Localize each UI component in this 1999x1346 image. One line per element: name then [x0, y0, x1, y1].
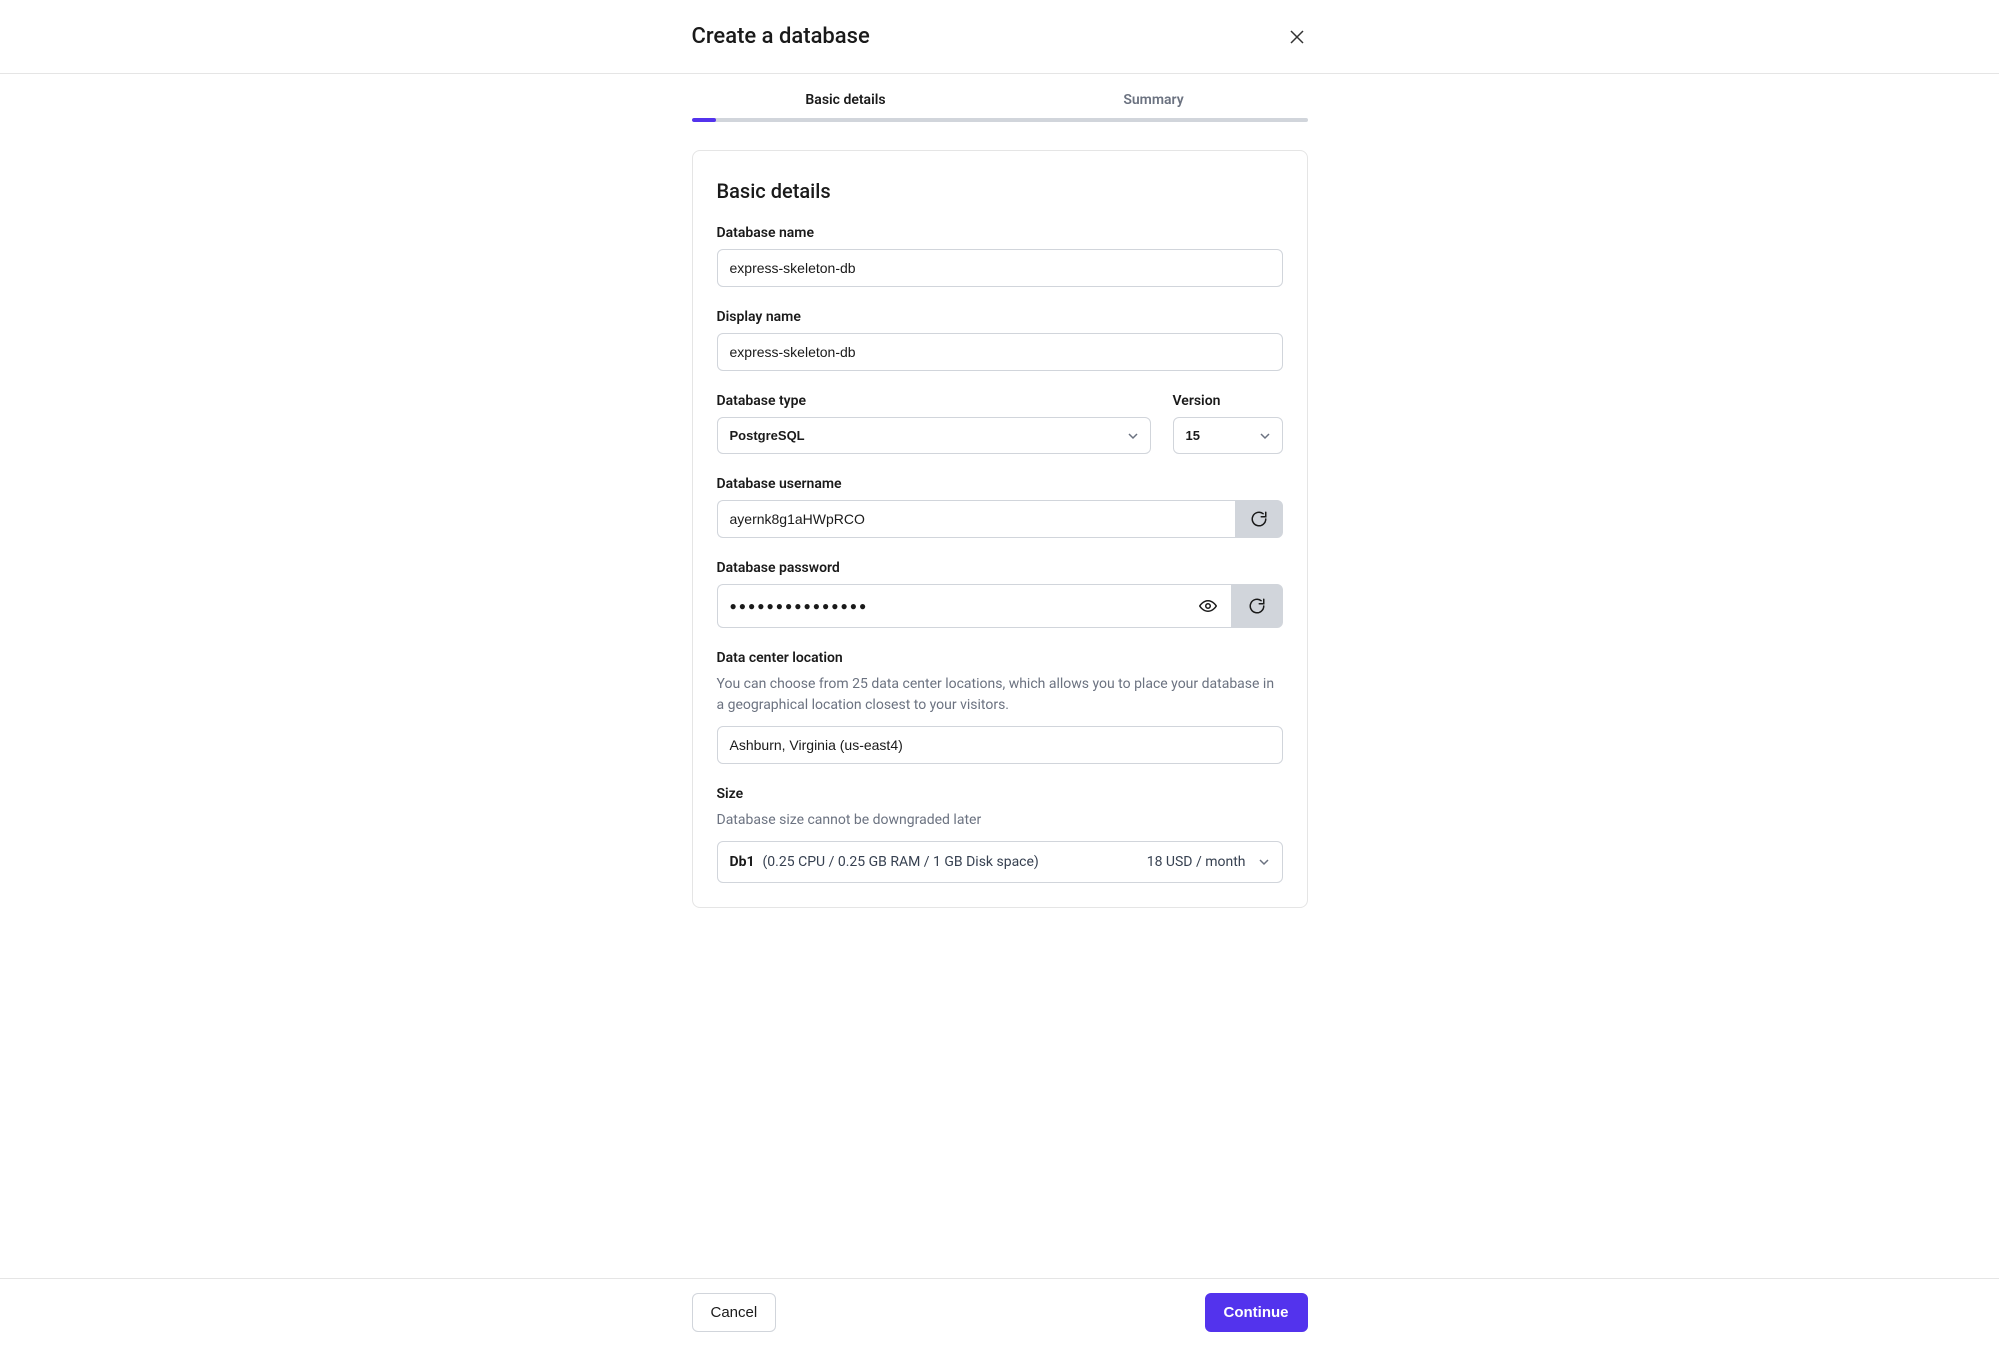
field-location: Data center location You can choose from… [717, 650, 1283, 764]
size-left: Db1 (0.25 CPU / 0.25 GB RAM / 1 GB Disk … [730, 854, 1039, 870]
field-version: Version 15 [1173, 393, 1283, 454]
location-help: You can choose from 25 data center locat… [717, 674, 1283, 716]
size-spec: (0.25 CPU / 0.25 GB RAM / 1 GB Disk spac… [763, 854, 1039, 870]
location-select[interactable]: Ashburn, Virginia (us-east4) [717, 726, 1283, 764]
regenerate-password-button[interactable] [1231, 584, 1283, 628]
display-name-label: Display name [717, 309, 1283, 325]
refresh-icon [1250, 510, 1268, 528]
version-label: Version [1173, 393, 1283, 409]
username-label: Database username [717, 476, 1283, 492]
size-name: Db1 [730, 854, 755, 870]
location-label: Data center location [717, 650, 1283, 666]
password-masked: ●●●●●●●●●●●●●●● [730, 599, 869, 613]
database-name-input[interactable] [717, 249, 1283, 287]
regenerate-username-button[interactable] [1235, 500, 1283, 538]
toggle-password-visibility-button[interactable] [1197, 595, 1219, 617]
cancel-button[interactable]: Cancel [692, 1293, 777, 1332]
size-label: Size [717, 786, 1283, 802]
modal-header: Create a database [692, 0, 1308, 73]
field-username: Database username [717, 476, 1283, 538]
password-label: Database password [717, 560, 1283, 576]
display-name-input[interactable] [717, 333, 1283, 371]
database-type-label: Database type [717, 393, 1151, 409]
field-database-type: Database type PostgreSQL [717, 393, 1151, 454]
progress-track [692, 118, 1308, 122]
eye-icon [1199, 597, 1217, 615]
step-basic-details[interactable]: Basic details [692, 92, 1000, 118]
field-password: Database password ●●●●●●●●●●●●●●● [717, 560, 1283, 628]
form-card: Basic details Database name Display name… [692, 150, 1308, 908]
footer-bar: Cancel Continue [0, 1278, 1999, 1346]
field-database-name: Database name [717, 225, 1283, 287]
step-summary[interactable]: Summary [1000, 92, 1308, 118]
password-input[interactable]: ●●●●●●●●●●●●●●● [717, 584, 1231, 628]
field-size: Size Database size cannot be downgraded … [717, 786, 1283, 883]
size-price: 18 USD / month [1147, 854, 1246, 870]
close-button[interactable] [1286, 26, 1308, 48]
size-select[interactable]: Db1 (0.25 CPU / 0.25 GB RAM / 1 GB Disk … [717, 841, 1283, 883]
database-name-label: Database name [717, 225, 1283, 241]
refresh-icon [1248, 597, 1266, 615]
progress-fill [692, 118, 717, 122]
chevron-down-icon [1258, 856, 1270, 868]
size-help: Database size cannot be downgraded later [717, 810, 1283, 831]
close-icon [1290, 30, 1304, 44]
database-type-select[interactable]: PostgreSQL [717, 417, 1151, 454]
username-input[interactable] [717, 500, 1235, 538]
version-select[interactable]: 15 [1173, 417, 1283, 454]
stepper: Basic details Summary [692, 74, 1308, 118]
continue-button[interactable]: Continue [1205, 1293, 1308, 1332]
section-title: Basic details [717, 179, 1283, 203]
modal-title: Create a database [692, 24, 870, 49]
row-type-version: Database type PostgreSQL Version 15 [717, 393, 1283, 454]
field-display-name: Display name [717, 309, 1283, 371]
